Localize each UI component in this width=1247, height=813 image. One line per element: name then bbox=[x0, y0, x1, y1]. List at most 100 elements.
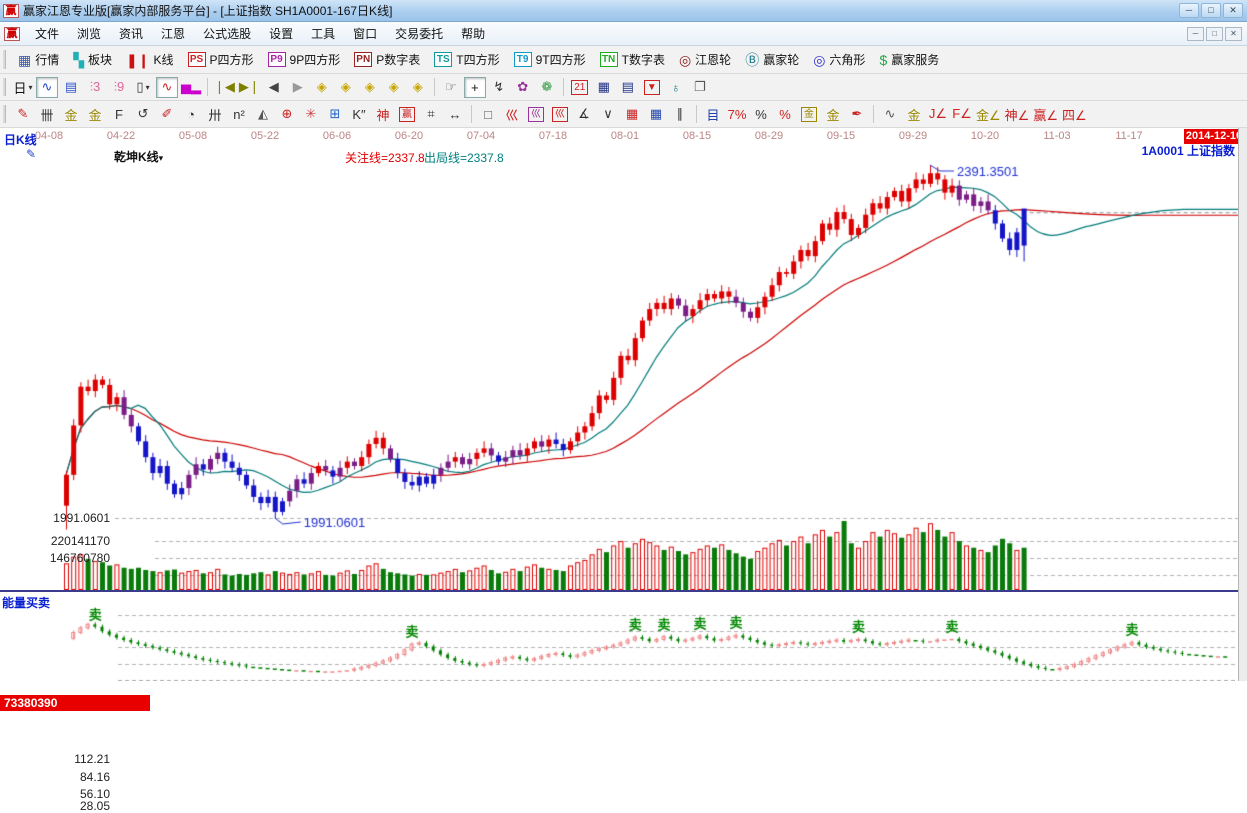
menu-item-window[interactable]: 窗口 bbox=[344, 22, 386, 45]
time-division-button[interactable]: 卌 bbox=[36, 104, 58, 125]
level-stats-button[interactable]: 目 bbox=[702, 104, 724, 125]
symbol-label[interactable]: 1A0001 上证指数 bbox=[1142, 142, 1235, 159]
trend-polyline-button[interactable]: ↯ bbox=[488, 77, 510, 98]
shen-angle-button[interactable]: 神∠ bbox=[1004, 104, 1031, 125]
sectors-button[interactable]: ▚ 板块 bbox=[66, 48, 119, 71]
percent-line-button[interactable]: % bbox=[774, 104, 796, 125]
angle-mirror-button[interactable]: ◭ bbox=[252, 104, 274, 125]
winner-service-button[interactable]: $ 赢家服务 bbox=[872, 48, 946, 71]
gold-underline-button[interactable]: 金 bbox=[903, 104, 925, 125]
zigzag-chart-red-button[interactable]: ∿ bbox=[156, 76, 178, 98]
n-squared-button[interactable]: n² bbox=[228, 104, 250, 125]
energy-indicator-canvas[interactable] bbox=[0, 592, 1238, 681]
si-angle-button[interactable]: 四∠ bbox=[1061, 104, 1088, 125]
j-angle-button[interactable]: J∠ bbox=[927, 104, 949, 125]
prev-bar-button[interactable]: ◀ bbox=[263, 77, 285, 98]
mdi-restore-button[interactable]: □ bbox=[1206, 26, 1223, 41]
star-wheel-button[interactable]: ✳ bbox=[300, 104, 322, 125]
menu-item-tools[interactable]: 工具 bbox=[302, 22, 344, 45]
ma9-chart-button[interactable]: ⫶9 bbox=[108, 77, 130, 98]
menu-item-file[interactable]: 文件 bbox=[26, 22, 68, 45]
menu-item-trade-order[interactable]: 交易委托 bbox=[386, 22, 452, 45]
9p-square-button[interactable]: P9 9P四方形 bbox=[261, 48, 348, 71]
wave-check-button[interactable]: ∨ bbox=[597, 104, 619, 125]
diamond-horizontal-button[interactable]: ◈ bbox=[359, 77, 381, 98]
menu-item-news[interactable]: 资讯 bbox=[110, 22, 152, 45]
right-frame-strip[interactable] bbox=[1238, 128, 1247, 681]
save-file-button[interactable]: ▼ bbox=[641, 77, 663, 98]
diamond-expand-button[interactable]: ◈ bbox=[407, 77, 429, 98]
close-button[interactable]: ✕ bbox=[1223, 3, 1243, 18]
energy-indicator-title[interactable]: 能量买卖 bbox=[2, 594, 50, 611]
wave-av-button[interactable]: ∿ bbox=[879, 104, 901, 125]
note-editor-button[interactable]: ▤ bbox=[617, 77, 639, 98]
f-ruler-button[interactable]: F bbox=[108, 104, 130, 125]
percent-7-button[interactable]: 7% bbox=[726, 104, 748, 125]
menu-item-browse[interactable]: 浏览 bbox=[68, 22, 110, 45]
kline-style-label[interactable]: 乾坤K线▾ bbox=[114, 148, 163, 165]
pattern-tool-green-button[interactable]: ❁ bbox=[536, 77, 558, 98]
p-square-button[interactable]: PS P四方形 bbox=[181, 48, 261, 71]
diamond-right-button[interactable]: ◈ bbox=[335, 77, 357, 98]
matrix-grid-2-button[interactable]: ▦ bbox=[645, 104, 667, 125]
compass-circle-button[interactable]: ⊕ bbox=[276, 104, 298, 125]
mdi-close-button[interactable]: ✕ bbox=[1225, 26, 1242, 41]
main-chart-canvas[interactable] bbox=[0, 146, 1238, 590]
f-angle-button[interactable]: F∠ bbox=[951, 104, 973, 125]
ying-angle-button[interactable]: 赢∠ bbox=[1032, 104, 1059, 125]
gold-level-button[interactable]: 金 bbox=[822, 104, 844, 125]
mdi-minimize-button[interactable]: ─ bbox=[1187, 26, 1204, 41]
next-bar-button[interactable]: ▶ bbox=[287, 77, 309, 98]
period-day-dropdown-icon[interactable]: ▾ bbox=[29, 83, 33, 92]
clock-cycle-button[interactable]: ◔ bbox=[180, 104, 202, 125]
kline-button[interactable]: ❚❙ K线 bbox=[119, 48, 180, 71]
hexagon-button[interactable]: ◎ 六角形 bbox=[806, 48, 872, 71]
f10-doc-button[interactable]: ▤ bbox=[60, 77, 82, 98]
ink-brush-button[interactable]: ✒ bbox=[846, 104, 868, 125]
candle-style-button[interactable]: ▯ ▾ bbox=[132, 77, 154, 98]
network-button[interactable]: ♁ bbox=[665, 77, 687, 98]
time-ruler-button[interactable]: 卅 bbox=[204, 104, 226, 125]
zigzag-chart-blue-button[interactable]: ∿ bbox=[36, 76, 58, 98]
toolbar-grip[interactable] bbox=[3, 104, 6, 124]
toolbar-grip[interactable] bbox=[3, 77, 6, 97]
gold-angle-button[interactable]: 金∠ bbox=[975, 104, 1002, 125]
winner-wheel-button[interactable]: Ⓑ 赢家轮 bbox=[738, 48, 806, 71]
spiral-tool-button[interactable]: ↺ bbox=[132, 104, 154, 125]
width-measure-button[interactable]: ↔ bbox=[444, 104, 466, 125]
hand-tool-button[interactable]: ☞ bbox=[440, 77, 462, 98]
toolbar-grip[interactable] bbox=[3, 50, 6, 69]
calendar-21-button[interactable]: 21 bbox=[569, 77, 591, 98]
last-bar-button[interactable]: ▶❘ bbox=[238, 77, 261, 98]
fan-square-purple-button[interactable]: 巛 bbox=[525, 104, 547, 125]
volume-histogram-button[interactable]: ▅▂ bbox=[180, 77, 202, 98]
maximize-button[interactable]: □ bbox=[1201, 3, 1221, 18]
gold-ruler-2-button[interactable]: 金 bbox=[84, 104, 106, 125]
t-square-button[interactable]: TS T四方形 bbox=[427, 48, 506, 71]
candle-style-dropdown-icon[interactable]: ▾ bbox=[146, 83, 150, 92]
ma3-chart-button[interactable]: ⫶3 bbox=[84, 77, 106, 98]
menu-item-gann[interactable]: 江恩 bbox=[152, 22, 194, 45]
p-number-table-button[interactable]: PN P数字表 bbox=[347, 48, 427, 71]
ying-tool-button[interactable]: 赢 bbox=[396, 104, 418, 125]
fan-square-red-button[interactable]: 巛 bbox=[549, 104, 571, 125]
menu-item-settings[interactable]: 设置 bbox=[260, 22, 302, 45]
quotes-button[interactable]: ▦ 行情 bbox=[11, 48, 66, 71]
menu-item-formula-stock-pick[interactable]: 公式选股 bbox=[194, 22, 260, 45]
print-button[interactable]: ❐ bbox=[689, 77, 711, 98]
gold-ruler-1-button[interactable]: 金 bbox=[60, 104, 82, 125]
ruler-123-button[interactable]: ⌗ bbox=[420, 104, 442, 125]
grid-target-button[interactable]: ⊞ bbox=[324, 104, 346, 125]
k-quote-button[interactable]: K″ bbox=[348, 104, 370, 125]
gann-fan-red-button[interactable]: 巛 bbox=[501, 104, 523, 125]
diamond-left-button[interactable]: ◈ bbox=[311, 77, 333, 98]
first-bar-button[interactable]: ❘◀ bbox=[213, 77, 236, 98]
shen-tool-button[interactable]: 神 bbox=[372, 104, 394, 125]
period-day-button[interactable]: 日 ▾ bbox=[12, 77, 34, 98]
pencil-icon[interactable]: ✎ bbox=[26, 147, 36, 161]
percent-button[interactable]: % bbox=[750, 104, 772, 125]
gann-wheel-button[interactable]: ◎ 江恩轮 bbox=[672, 48, 738, 71]
minimize-button[interactable]: ─ bbox=[1179, 3, 1199, 18]
gold-circle-button[interactable]: 金 bbox=[798, 104, 820, 125]
calculator-button[interactable]: ▦ bbox=[593, 77, 615, 98]
